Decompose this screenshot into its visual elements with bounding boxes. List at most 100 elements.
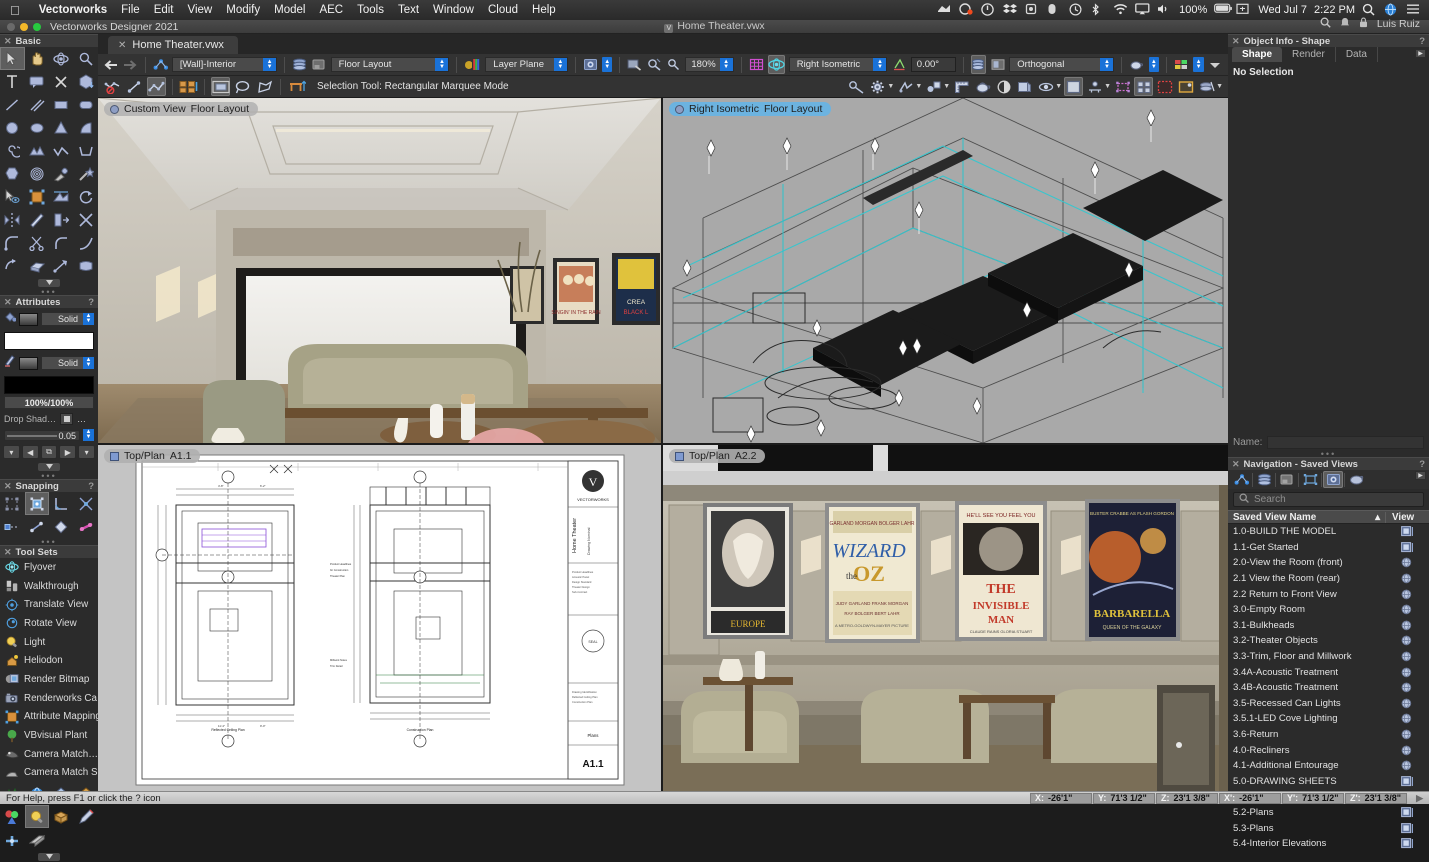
menu-cloud[interactable]: Cloud [481,4,525,16]
intersect-tool-icon[interactable] [74,208,99,231]
chevron-down-icon[interactable]: ▼ [1104,83,1111,90]
menu-tools[interactable]: Tools [350,4,391,16]
camera-icon[interactable] [847,77,866,96]
contrast-icon[interactable] [994,77,1013,96]
coord-cell-y[interactable]: Y:71'3 1/2" [1093,793,1155,804]
layer-options-icon[interactable] [311,55,326,74]
toolset-item-light[interactable]: Light [0,633,98,652]
saved-view-type-icon[interactable] [1385,526,1429,537]
attr-nav-menu-button[interactable]: ▾ [3,445,20,459]
object-info-flyout-icon[interactable]: ▶ [1415,49,1426,58]
palette-drag-dots[interactable]: ••• [0,472,98,479]
plane-combo[interactable]: Layer Plane ▲▼ [485,57,568,72]
toolset-item-render-bitmap[interactable]: Render Bitmap [0,670,98,689]
close-icon[interactable]: ✕ [4,481,12,492]
saved-view-type-icon[interactable] [1385,838,1429,849]
joint-icon[interactable] [0,828,25,851]
saved-view-row[interactable]: 3.4A-Acoustic Treatment [1228,664,1429,680]
viewport-topplan-a22[interactable]: EUROPE GARLAND MORGAN BOLGER LAHR WIZARD… [663,445,1228,796]
smart-points-icon[interactable] [74,492,99,515]
saved-view-type-icon[interactable] [1385,542,1429,553]
saved-view-type-icon[interactable] [1385,635,1429,646]
menu-vectorworks[interactable]: Vectorworks [32,4,114,16]
chevron-down-icon[interactable] [1208,55,1223,74]
chevron-updown-icon[interactable]: ▲▼ [873,58,886,71]
snap-grid-icon[interactable] [748,55,763,74]
back-arrow-icon[interactable] [103,55,118,74]
lock-icon[interactable] [1359,17,1368,31]
tab-shape[interactable]: Shape [1232,47,1282,62]
arc-tool-icon[interactable] [74,116,99,139]
zoom-tool-icon[interactable] [647,55,662,74]
saved-view-row[interactable]: 4.1-Additional Entourage [1228,758,1429,774]
menu-window[interactable]: Window [426,4,481,16]
menu-help[interactable]: Help [525,4,563,16]
chevron-down-icon[interactable]: ▼ [1055,83,1062,90]
saved-view-row[interactable]: 3.3-Trim, Floor and Millwork [1228,649,1429,665]
wifi-icon[interactable] [1113,3,1128,17]
rotate-3d-icon[interactable] [1036,77,1055,96]
projection-icon[interactable] [1015,77,1034,96]
saved-views-search[interactable]: Search [1233,492,1424,507]
screenshare-icon[interactable] [937,3,952,17]
pen-icon[interactable] [3,354,16,372]
render-mode-icon[interactable] [1129,55,1144,74]
circle-tool-icon[interactable] [0,116,25,139]
working-plane-icon[interactable] [464,55,481,74]
walkthrough-icon[interactable] [896,77,915,96]
coord-cell-x[interactable]: X:-26'1" [1030,793,1092,804]
dropbox-icon[interactable] [1003,3,1018,17]
freehand-tool-icon[interactable] [49,139,74,162]
chevron-down-icon[interactable]: ▼ [887,83,894,90]
layer-combo[interactable]: Floor Layout ▲▼ [331,57,450,72]
polyline-tool-icon[interactable] [25,139,50,162]
chevron-updown-icon[interactable]: ▲▼ [720,58,733,71]
scissors-tool-icon[interactable] [25,231,50,254]
oval-tool-icon[interactable] [25,116,50,139]
fill-bucket-icon[interactable] [3,310,16,328]
pan-tool-icon[interactable] [25,47,50,70]
search-icon[interactable] [1320,17,1331,31]
light-bulb-icon[interactable] [25,805,50,828]
toolset-item-walkthrough[interactable]: Walkthrough [0,577,98,596]
saved-view-row[interactable]: 3.0-Empty Room [1228,602,1429,618]
rectangle-tool-icon[interactable] [49,93,74,116]
viewport-label-custom-view[interactable]: Custom View Floor Layout [104,102,258,116]
forward-arrow-icon[interactable] [122,55,137,74]
stack-layers-icon[interactable] [1197,77,1216,96]
menu-text[interactable]: Text [391,4,426,16]
thickness-slider[interactable]: 0.05 [4,430,80,441]
reshape-tool-icon[interactable] [25,185,50,208]
toolset-item-camera-match[interactable]: Camera Match… [0,745,98,764]
delete-tool-icon[interactable] [49,70,74,93]
object-drop-icon[interactable] [74,70,99,93]
snap-intersection-icon[interactable] [74,515,99,538]
rect-marquee-mode-icon[interactable] [211,77,230,96]
saved-view-type-icon[interactable] [1385,651,1429,662]
regular-polygon-icon[interactable] [0,162,25,185]
zoom-field[interactable]: 180% ▲▼ [685,57,733,72]
toolset-item-vbvisual-plant[interactable]: VBvisual Plant [0,726,98,745]
render-dropdown[interactable]: ▲▼ [1149,57,1160,72]
menu-model[interactable]: Model [267,4,312,16]
saved-views-icon[interactable] [1323,471,1343,488]
fillet-corner-icon[interactable] [49,231,74,254]
color-shapes-icon[interactable] [0,805,25,828]
lasso-mode-icon[interactable] [233,77,252,96]
snap-angle-icon[interactable] [49,492,74,515]
chevron-updown-icon[interactable]: ▲▼ [554,58,567,71]
palette-drag-dots[interactable]: ••• [1228,450,1429,457]
name-input[interactable] [1267,436,1424,449]
gear-icon[interactable] [868,77,887,96]
box-icon[interactable] [49,805,74,828]
fill-style-combo[interactable]: Solid ▲▼ [41,312,95,326]
viewport-custom-view[interactable]: SINGIN' IN THE RAIN CREA BLACK L [98,98,661,443]
lighting-options-icon[interactable] [1174,55,1189,74]
classes-icon[interactable] [1231,471,1251,488]
attr-nav-next-button[interactable]: ▶ [59,445,76,459]
beam-icon[interactable] [25,828,50,851]
close-icon[interactable]: ✕ [4,297,12,308]
fill-swatch-button[interactable] [19,313,38,326]
screen-plane-icon[interactable] [990,55,1005,74]
chamfer-icon[interactable] [74,231,99,254]
